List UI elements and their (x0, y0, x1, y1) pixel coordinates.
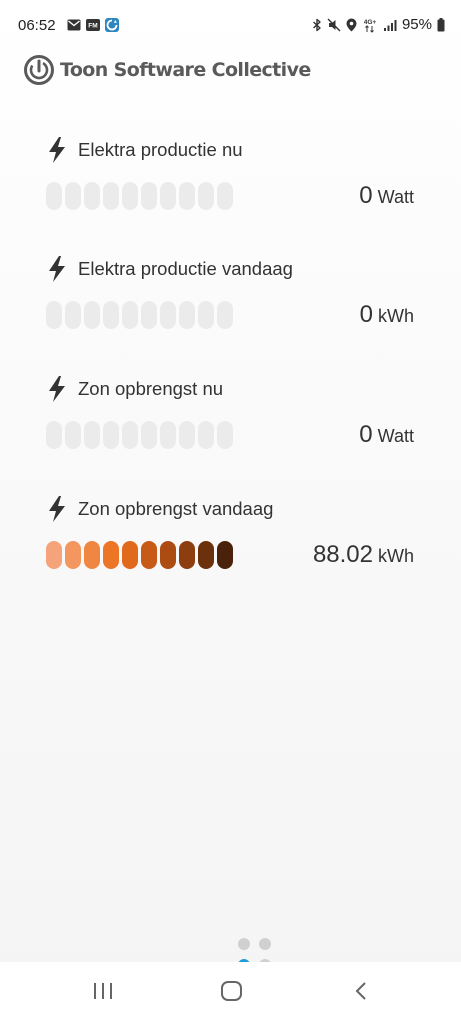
page-dot[interactable] (238, 938, 250, 950)
battery-icon (437, 17, 445, 31)
system-status: 4G+ 95% (312, 16, 445, 33)
metric-label: Elektra productie vandaag (78, 258, 293, 279)
level-meter (46, 421, 233, 449)
meter-segment (84, 541, 100, 569)
lightning-bolt-icon (49, 376, 65, 402)
meter-segment (122, 182, 138, 210)
page-dot[interactable] (259, 938, 271, 950)
meter-segment (65, 182, 81, 210)
meter-segment (46, 421, 62, 449)
system-nav-bar (0, 962, 461, 1024)
meter-segment (217, 182, 233, 210)
back-icon[interactable] (350, 980, 372, 1002)
metric-value: 0 (359, 301, 373, 328)
meter-segment (198, 541, 214, 569)
4g-data-icon: 4G+ (364, 19, 377, 33)
meter-segment (46, 301, 62, 329)
lightning-bolt-icon (49, 137, 65, 163)
meter-segment (46, 541, 62, 569)
meter-segment (103, 301, 119, 329)
meter-segment (122, 541, 138, 569)
app-icon (105, 18, 119, 32)
meter-segment (179, 182, 195, 210)
meter-segment (179, 541, 195, 569)
mail-icon (67, 19, 81, 31)
metric-label: Elektra productie nu (78, 139, 243, 160)
metric-card: Elektra productie nu 0 Watt (46, 136, 416, 226)
status-time: 06:52 (18, 17, 56, 34)
meter-segment (103, 541, 119, 569)
meter-segment (122, 421, 138, 449)
meter-segment (217, 541, 233, 569)
signal-icon (383, 19, 397, 31)
lightning-bolt-icon (49, 256, 65, 282)
metric-value: 0 (359, 421, 373, 448)
svg-text:FM: FM (88, 23, 97, 30)
metric-unit: Watt (377, 187, 414, 207)
meter-segment (198, 182, 214, 210)
app-title: Toon Software Collective (60, 59, 311, 81)
meter-segment (217, 421, 233, 449)
meter-segment (141, 541, 157, 569)
metric-card: Elektra productie vandaag 0 kWh (46, 255, 416, 345)
meter-segment (46, 182, 62, 210)
recent-apps-icon[interactable] (92, 980, 114, 1002)
toon-logo-icon (24, 55, 54, 85)
meter-segment (103, 182, 119, 210)
lightning-bolt-icon (49, 496, 65, 522)
meter-segment (141, 301, 157, 329)
svg-text:4G+: 4G+ (364, 19, 377, 26)
meter-segment (65, 421, 81, 449)
mute-icon (327, 18, 341, 31)
metric-card: Zon opbrengst nu 0 Watt (46, 375, 416, 465)
level-meter (46, 301, 233, 329)
fm-radio-icon: FM (86, 19, 100, 31)
metric-card: Zon opbrengst vandaag 88.02 kWh (46, 495, 416, 585)
metric-label: Zon opbrengst vandaag (78, 498, 274, 519)
level-meter (46, 541, 233, 569)
meter-segment (198, 421, 214, 449)
meter-segment (65, 301, 81, 329)
meter-segment (122, 301, 138, 329)
metric-value: 88.02 (312, 541, 373, 568)
notification-icons: FM (67, 18, 119, 32)
metric-unit: Watt (377, 426, 414, 446)
meter-segment (160, 182, 176, 210)
meter-segment (141, 421, 157, 449)
metric-value: 0 (359, 182, 373, 209)
meter-segment (160, 421, 176, 449)
meter-segment (84, 182, 100, 210)
meter-segment (141, 182, 157, 210)
meter-segment (160, 301, 176, 329)
meter-segment (217, 301, 233, 329)
location-icon (346, 18, 357, 31)
meter-segment (179, 421, 195, 449)
bluetooth-icon (312, 18, 321, 31)
home-icon[interactable] (220, 980, 244, 1002)
meter-segment (65, 541, 81, 569)
metric-unit: kWh (378, 546, 414, 566)
meter-segment (198, 301, 214, 329)
meter-segment (179, 301, 195, 329)
status-bar: 06:52 FM 4G+ 95% (0, 0, 461, 50)
meter-segment (160, 541, 176, 569)
meter-segment (84, 301, 100, 329)
battery-percent: 95% (401, 16, 432, 33)
meter-segment (103, 421, 119, 449)
meter-segment (84, 421, 100, 449)
app-header: Toon Software Collective (24, 55, 311, 85)
metric-unit: kWh (378, 306, 414, 326)
level-meter (46, 182, 233, 210)
metric-label: Zon opbrengst nu (78, 378, 224, 399)
